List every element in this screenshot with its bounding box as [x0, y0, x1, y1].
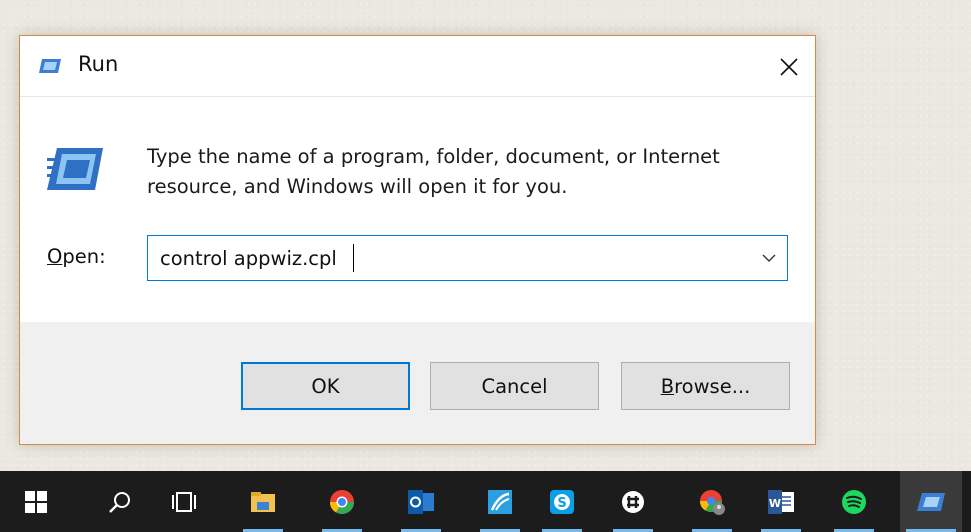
dialog-body: Type the name of a program, folder, docu… — [20, 96, 815, 323]
taskbar-remote-desktop[interactable] — [474, 471, 526, 532]
taskbar-chrome[interactable] — [316, 471, 368, 532]
dialog-title: Run — [78, 52, 119, 76]
ok-button[interactable]: OK — [241, 362, 410, 410]
taskbar-start[interactable] — [10, 471, 62, 532]
open-input[interactable] — [160, 236, 740, 280]
open-label: Open: — [47, 245, 106, 268]
taskbar-task-view[interactable] — [158, 471, 210, 532]
slack-icon — [622, 490, 644, 513]
chevron-down-icon[interactable] — [761, 250, 777, 266]
taskbar-skype[interactable]: S — [536, 471, 588, 532]
remote-desktop-icon — [488, 489, 512, 514]
file-explorer-icon — [251, 491, 275, 512]
outlook-icon — [408, 489, 434, 514]
dialog-footer: OK Cancel Browse... — [20, 322, 815, 444]
taskbar-search[interactable] — [94, 471, 146, 532]
run-large-icon — [47, 148, 103, 190]
run-dialog: Run Type the name of a program, folder, … — [19, 35, 816, 445]
open-combobox[interactable] — [147, 235, 788, 281]
chrome-icon — [330, 489, 354, 514]
dialog-description: Type the name of a program, folder, docu… — [147, 145, 720, 198]
skype-icon: S — [550, 489, 574, 514]
chrome-profile-icon — [700, 489, 725, 515]
taskbar-word[interactable]: W — [755, 471, 807, 532]
taskbar: S W — [0, 471, 971, 532]
taskbar-chrome-profile[interactable] — [686, 471, 738, 532]
word-icon: W — [768, 489, 794, 514]
run-icon — [39, 59, 61, 73]
windows-start-icon — [25, 490, 47, 513]
spotify-icon — [842, 489, 866, 514]
taskbar-outlook[interactable] — [395, 471, 447, 532]
text-caret — [353, 244, 354, 272]
run-icon — [917, 492, 945, 511]
taskbar-run[interactable] — [900, 471, 962, 532]
svg-text:S: S — [557, 496, 566, 511]
title-bar[interactable]: Run — [20, 36, 815, 96]
taskbar-file-explorer[interactable] — [237, 471, 289, 532]
taskbar-spotify[interactable] — [828, 471, 880, 532]
svg-text:W: W — [769, 497, 781, 510]
search-icon — [109, 491, 130, 513]
task-view-icon — [172, 491, 196, 512]
cancel-button[interactable]: Cancel — [430, 362, 599, 410]
browse-button[interactable]: Browse... — [621, 362, 790, 410]
taskbar-slack[interactable] — [607, 471, 659, 532]
close-icon — [780, 58, 798, 76]
close-button[interactable] — [763, 44, 815, 90]
